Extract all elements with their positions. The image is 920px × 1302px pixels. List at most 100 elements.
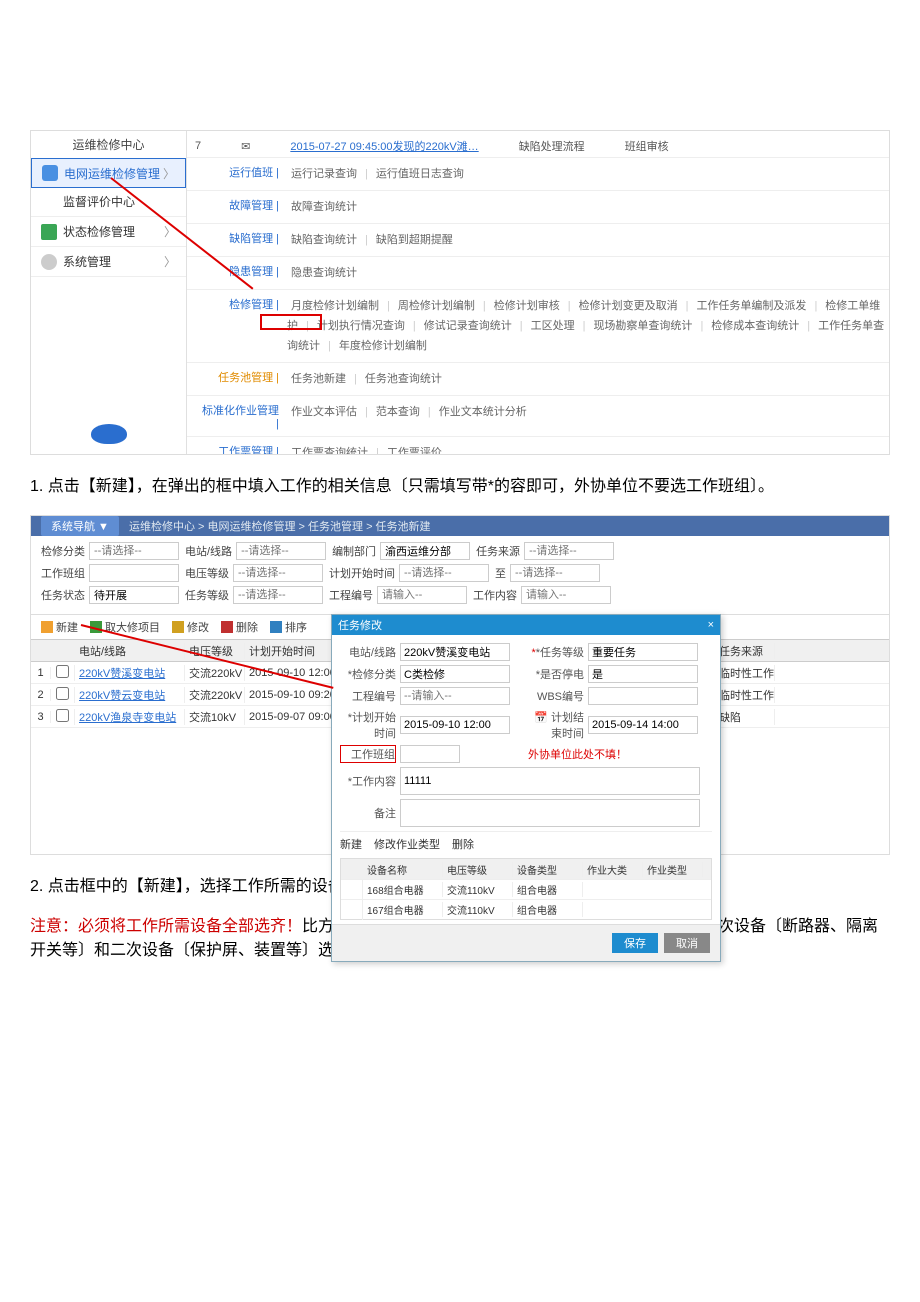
submenu-item[interactable]: 周检修计划编制 [398,300,475,312]
submenu-item[interactable]: 检修计划审核 [494,300,560,312]
toolbar-button[interactable]: 新建 [41,619,78,635]
station-link[interactable]: 220kV赞云变电站 [75,687,185,703]
submenu-item[interactable]: 任务池查询统计 [365,373,442,385]
category-row: 检修管理 |月度检修计划编制|周检修计划编制|检修计划审核|检修计划变更及取消|… [187,289,889,362]
sidebar-item[interactable]: 状态检修管理〉 [31,217,186,247]
filter-input[interactable] [510,564,600,582]
filter-input[interactable] [236,542,326,560]
station-link[interactable]: 220kV渔泉寺变电站 [75,709,185,725]
filter-input[interactable] [89,564,179,582]
wbs-input[interactable] [588,687,698,705]
task-level-select[interactable] [588,643,698,661]
team-input[interactable] [400,745,460,763]
toolbar-button[interactable]: 排序 [270,619,307,635]
submenu-item[interactable]: 年度检修计划编制 [339,340,427,352]
filter-input[interactable] [380,542,470,560]
filter-input[interactable] [89,542,179,560]
sd-select[interactable] [588,665,698,683]
toolbar-icon [172,621,184,633]
submenu-item[interactable]: 作业文本评估 [291,406,357,418]
device-voltage-cell: 交流110kV [443,882,513,897]
station-label: 电站/线路 [340,644,396,660]
pet-input[interactable] [588,716,698,734]
filter-input[interactable] [524,542,614,560]
submenu-item[interactable]: 计划执行情况查询 [317,320,405,332]
modal-grid-row[interactable]: 168组合电器 交流110kV 组合电器 [341,879,711,899]
filter-input[interactable] [521,586,611,604]
submenu-item[interactable]: 运行值班日志查询 [376,168,464,180]
voltage-cell: 交流220kV [185,665,245,681]
filter-field: 检修分类 [41,542,179,560]
sidebar-tab[interactable]: 运维检修中心 [31,131,186,159]
top-bar: 系统导航 ▼ 运维检修中心 > 电网运维检修管理 > 任务池管理 > 任务池新建 [31,516,889,536]
filter-label: 至 [495,565,506,581]
row-checkbox[interactable] [51,665,75,681]
filter-input[interactable] [233,586,323,604]
toolbar-button[interactable]: 删除 [221,619,258,635]
submenu-item[interactable]: 任务池新建 [291,373,346,385]
submenu-item[interactable]: 工作票评价 [387,447,442,454]
submenu-item[interactable]: 缺陷到超期提醒 [376,234,453,246]
sidebar-item[interactable]: 电网运维检修管理〉 [31,158,186,188]
submenu-item[interactable]: 工作票查询统计 [291,447,368,454]
category-items: 任务池新建|任务池查询统计 [287,369,889,389]
filter-input[interactable] [89,586,179,604]
toolbar-label: 新建 [56,619,78,635]
header-link[interactable]: 2015-07-27 09:45:00发现的220kV滩… [290,138,478,154]
filter-panel: 检修分类电站/线路编制部门任务来源工作班组电压等级计划开始时间至任务状态任务等级… [31,536,889,615]
nav-dropdown-button[interactable]: 系统导航 ▼ [41,516,119,536]
submenu-item[interactable]: 范本查询 [376,406,420,418]
category-label: 标准化作业管理 | [197,402,287,430]
submenu-item[interactable]: 工作任务单编制及派发 [696,300,806,312]
eng-input[interactable] [400,687,510,705]
grid-col-header: 电压等级 [185,643,245,659]
filter-label: 工作班组 [41,565,85,581]
sidebar-item[interactable]: 系统管理〉 [31,247,186,277]
submenu-item[interactable]: 运行记录查询 [291,168,357,180]
modal-toolbar: 新建修改作业类型删除 [340,831,712,856]
category-row: 隐患管理 |隐患查询统计 [187,256,889,289]
modal-toolbar-button[interactable]: 删除 [452,836,474,852]
filter-label: 任务状态 [41,587,85,603]
submenu-item[interactable]: 缺陷查询统计 [291,234,357,246]
toolbar-label: 取大修项目 [105,619,160,635]
notes-input[interactable] [400,799,700,827]
wc-input[interactable] [400,767,700,795]
pst-input[interactable] [400,716,510,734]
station-input[interactable] [400,643,510,661]
modal-row-checkbox[interactable] [341,899,363,920]
filter-input[interactable] [399,564,489,582]
filter-label: 电站/线路 [185,543,232,559]
submenu-item[interactable]: 工区处理 [531,320,575,332]
submenu-item[interactable]: 隐患查询统计 [291,267,357,279]
station-link[interactable]: 220kV赞溪变电站 [75,665,185,681]
row-checkbox[interactable] [51,709,75,725]
toolbar-icon [221,621,233,633]
voltage-cell: 交流10kV [185,709,245,725]
filter-field: 任务等级 [185,586,323,604]
submenu-item[interactable]: 故障查询统计 [291,201,357,213]
wbs-label: WBS编号 [528,688,584,704]
submenu-item[interactable]: 修试记录查询统计 [424,320,512,332]
modal-row-checkbox[interactable] [341,879,363,900]
toolbar-button[interactable]: 修改 [172,619,209,635]
submenu-item[interactable]: 检修成本查询统计 [711,320,799,332]
cancel-button[interactable]: 取消 [664,933,710,953]
modal-toolbar-button[interactable]: 修改作业类型 [374,836,440,852]
submenu-item[interactable]: 月度检修计划编制 [291,300,379,312]
category-select[interactable] [400,665,510,683]
filter-input[interactable] [233,564,323,582]
filter-input[interactable] [377,586,467,604]
modal-grid-col: 设备类型 [513,862,583,877]
modal-toolbar-button[interactable]: 新建 [340,836,362,852]
close-icon[interactable]: × [708,619,714,631]
submenu-item[interactable]: 检修计划变更及取消 [579,300,678,312]
row-checkbox[interactable] [51,687,75,703]
sidebar-item[interactable]: 监督评价中心 [31,187,186,217]
save-button[interactable]: 保存 [612,933,658,953]
submenu-item[interactable]: 现场勘察单查询统计 [593,320,692,332]
toolbar-button[interactable]: 取大修项目 [90,619,160,635]
modal-grid-row[interactable]: 167组合电器 交流110kV 组合电器 [341,899,711,919]
modal-toolbar-label: 修改作业类型 [374,839,440,851]
submenu-item[interactable]: 作业文本统计分析 [439,406,527,418]
